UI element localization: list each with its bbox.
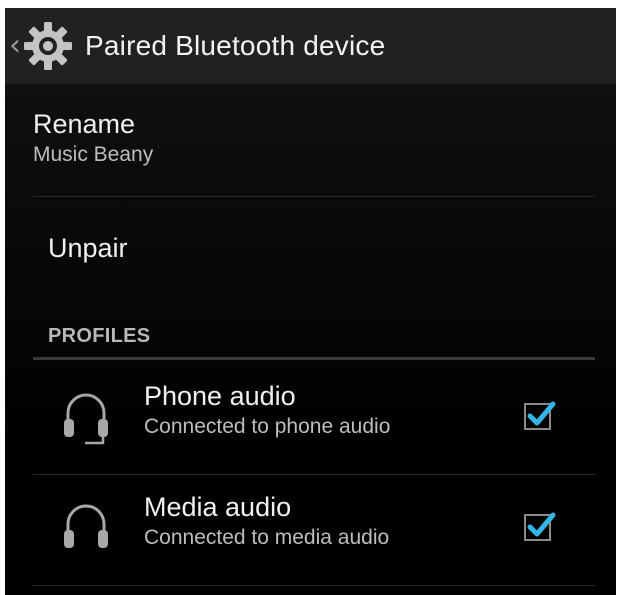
up-button[interactable]: ‹ xyxy=(5,8,75,84)
settings-gear-icon xyxy=(21,19,75,73)
category-divider xyxy=(33,357,595,360)
profile-text: Media audio Connected to media audio xyxy=(144,491,389,551)
profile-text: Phone audio Connected to phone audio xyxy=(144,380,390,440)
rename-summary: Music Beany xyxy=(33,143,154,166)
action-bar: ‹ Paired Bluetooth device xyxy=(5,8,616,84)
page-title: Paired Bluetooth device xyxy=(85,30,386,61)
headset-mic-icon xyxy=(61,388,111,446)
rename-title: Rename xyxy=(33,109,136,139)
profile-summary: Connected to phone audio xyxy=(144,415,391,438)
headphones-icon xyxy=(61,499,111,557)
profile-title: Phone audio xyxy=(144,381,296,411)
unpair-preference[interactable]: Unpair xyxy=(48,232,610,264)
preferences-list: Rename Music Beany Unpair PROFILES Phone… xyxy=(5,84,616,595)
profiles-category-header: PROFILES xyxy=(48,325,151,347)
divider xyxy=(33,196,595,197)
media-audio-checkbox[interactable] xyxy=(523,509,557,543)
chevron-left-icon: ‹ xyxy=(9,28,21,63)
profile-title: Media audio xyxy=(144,492,292,522)
profile-item-phone-audio[interactable]: Phone audio Connected to phone audio xyxy=(33,364,595,474)
phone-audio-checkbox[interactable] xyxy=(523,398,557,432)
divider xyxy=(33,585,595,586)
settings-screen: ‹ Paired Bluetooth device Rename Music B… xyxy=(5,8,616,595)
unpair-title: Unpair xyxy=(48,233,128,263)
rename-preference[interactable]: Rename Music Beany xyxy=(33,108,595,168)
profile-summary: Connected to media audio xyxy=(144,526,390,549)
profile-item-media-audio[interactable]: Media audio Connected to media audio xyxy=(33,475,595,585)
